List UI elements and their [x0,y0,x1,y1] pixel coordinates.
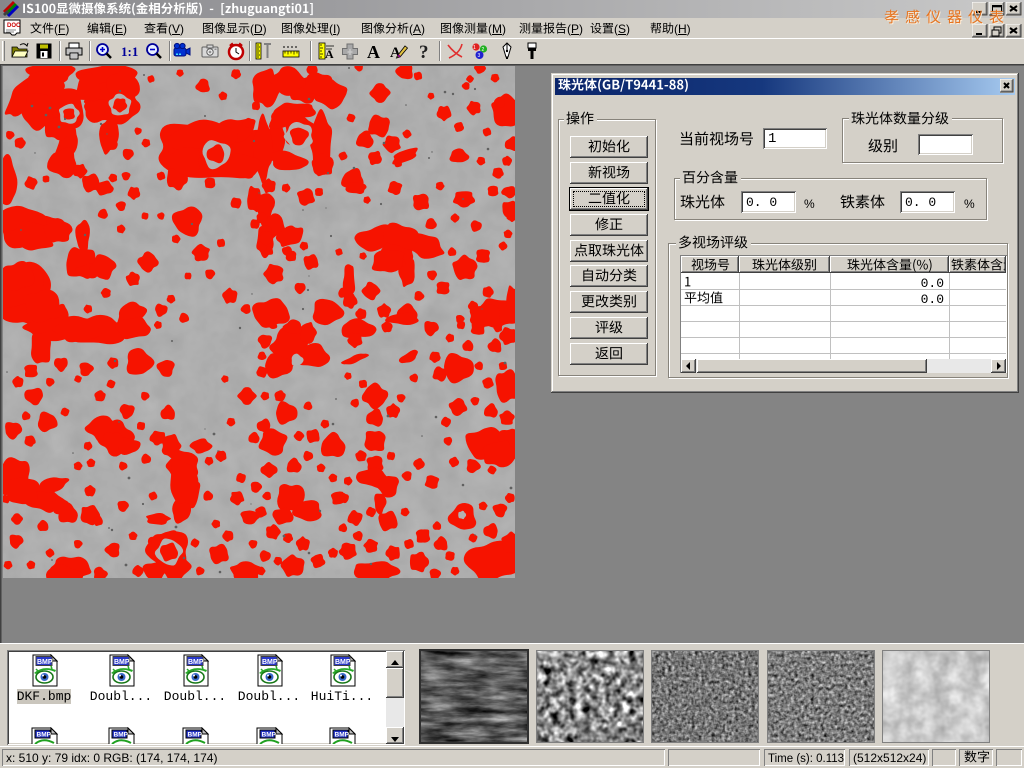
svg-text:BMP: BMP [335,659,351,666]
svg-text:DOC: DOC [7,23,21,29]
svg-text:BMP: BMP [37,659,53,666]
svg-text:1:1: 1:1 [121,44,138,59]
svg-text:1: 1 [473,45,476,51]
svg-text:BMP: BMP [37,732,52,739]
svg-text:?: ? [419,42,429,61]
svg-text:BMP: BMP [188,659,204,666]
svg-text:BMP: BMP [262,659,278,666]
svg-text:BMP: BMP [262,732,277,739]
svg-text:BMP: BMP [188,732,203,739]
svg-text:BMP: BMP [114,659,130,666]
svg-text:A: A [367,42,380,61]
svg-text:BMP: BMP [335,732,350,739]
svg-text:3: 3 [478,53,481,59]
svg-text:2: 2 [482,47,485,53]
svg-text:BMP: BMP [114,732,129,739]
